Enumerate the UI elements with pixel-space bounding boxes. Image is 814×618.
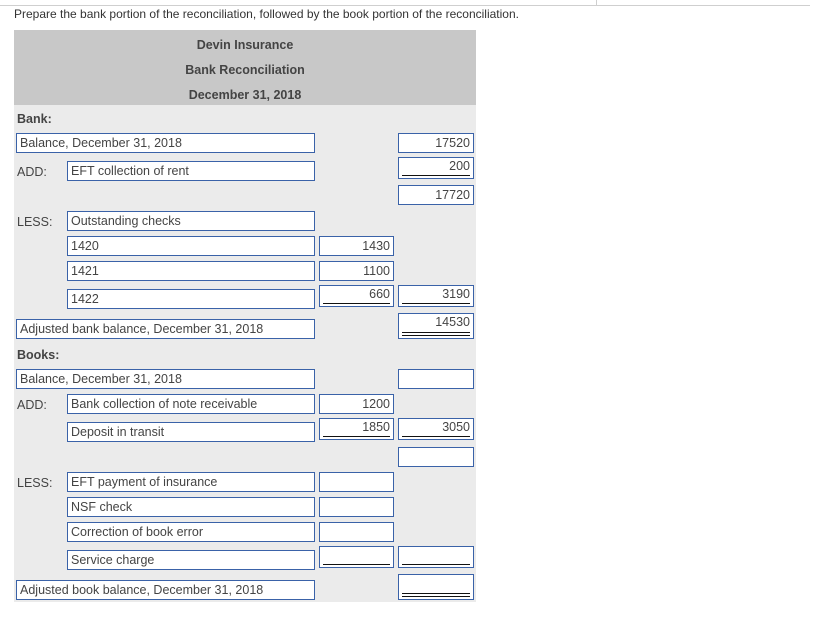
books-less-label: LESS: (17, 476, 53, 490)
bank-add-label: ADD: (17, 165, 47, 179)
adjusted-book-balance-label-input[interactable]: Adjusted book balance, December 31, 2018 (16, 580, 315, 600)
books-less-item-2-amount-input[interactable] (319, 497, 394, 517)
bank-section-label: Bank: (17, 112, 52, 126)
statement-title: Bank Reconciliation (185, 63, 305, 77)
statement-date: December 31, 2018 (188, 88, 302, 102)
outstanding-check-3-input[interactable]: 1422 (67, 289, 315, 309)
top-divider-tick (596, 0, 597, 5)
bank-balance-label-input[interactable]: Balance, December 31, 2018 (16, 133, 315, 153)
books-less-item-2-input[interactable]: NSF check (67, 497, 315, 517)
company-name: Devin Insurance (196, 38, 294, 52)
books-less-item-3-input[interactable]: Correction of book error (67, 522, 315, 542)
books-add-total-input[interactable]: 3050 (398, 418, 474, 440)
bank-less-total-input[interactable]: 3190 (398, 285, 474, 307)
bank-subtotal-input[interactable]: 17720 (398, 185, 474, 205)
books-add-item-2-input[interactable]: Deposit in transit (67, 422, 315, 442)
adjusted-bank-balance-label-input[interactable]: Adjusted bank balance, December 31, 2018 (16, 319, 315, 339)
outstanding-check-1-amount-input[interactable]: 1430 (319, 236, 394, 256)
books-section-label: Books: (17, 348, 60, 362)
books-less-item-1-input[interactable]: EFT payment of insurance (67, 472, 315, 492)
books-less-item-4-amount-input[interactable] (319, 546, 394, 568)
adjusted-book-balance-amount-input[interactable] (398, 574, 474, 600)
bank-add-total-input[interactable]: 200 (398, 157, 474, 179)
books-subtotal-input[interactable] (398, 447, 474, 467)
books-less-item-3-amount-input[interactable] (319, 522, 394, 542)
books-add-item-1-amount-input[interactable]: 1200 (319, 394, 394, 414)
bank-less-label: LESS: (17, 215, 53, 229)
books-less-total-input[interactable] (398, 546, 474, 568)
bank-balance-amount-input[interactable]: 17520 (398, 133, 474, 153)
book-balance-amount-input[interactable] (398, 369, 474, 389)
outstanding-check-1-input[interactable]: 1420 (67, 236, 315, 256)
outstanding-check-2-input[interactable]: 1421 (67, 261, 315, 281)
bank-add-item-description-input[interactable]: EFT collection of rent (67, 161, 315, 181)
books-add-label: ADD: (17, 398, 47, 412)
books-less-item-4-input[interactable]: Service charge (67, 550, 315, 570)
adjusted-bank-balance-amount-input[interactable]: 14530 (398, 313, 474, 339)
top-divider (0, 5, 810, 6)
books-add-item-1-input[interactable]: Bank collection of note receivable (67, 394, 315, 414)
book-balance-label-input[interactable]: Balance, December 31, 2018 (16, 369, 315, 389)
reconciliation-header: Devin Insurance Bank Reconciliation Dece… (14, 30, 476, 105)
books-add-item-2-amount-input[interactable]: 1850 (319, 418, 394, 440)
bank-less-heading-input[interactable]: Outstanding checks (67, 211, 315, 231)
books-less-item-1-amount-input[interactable] (319, 472, 394, 492)
outstanding-check-3-amount-input[interactable]: 660 (319, 285, 394, 307)
outstanding-check-2-amount-input[interactable]: 1100 (319, 261, 394, 281)
instruction-text: Prepare the bank portion of the reconcil… (14, 7, 519, 21)
